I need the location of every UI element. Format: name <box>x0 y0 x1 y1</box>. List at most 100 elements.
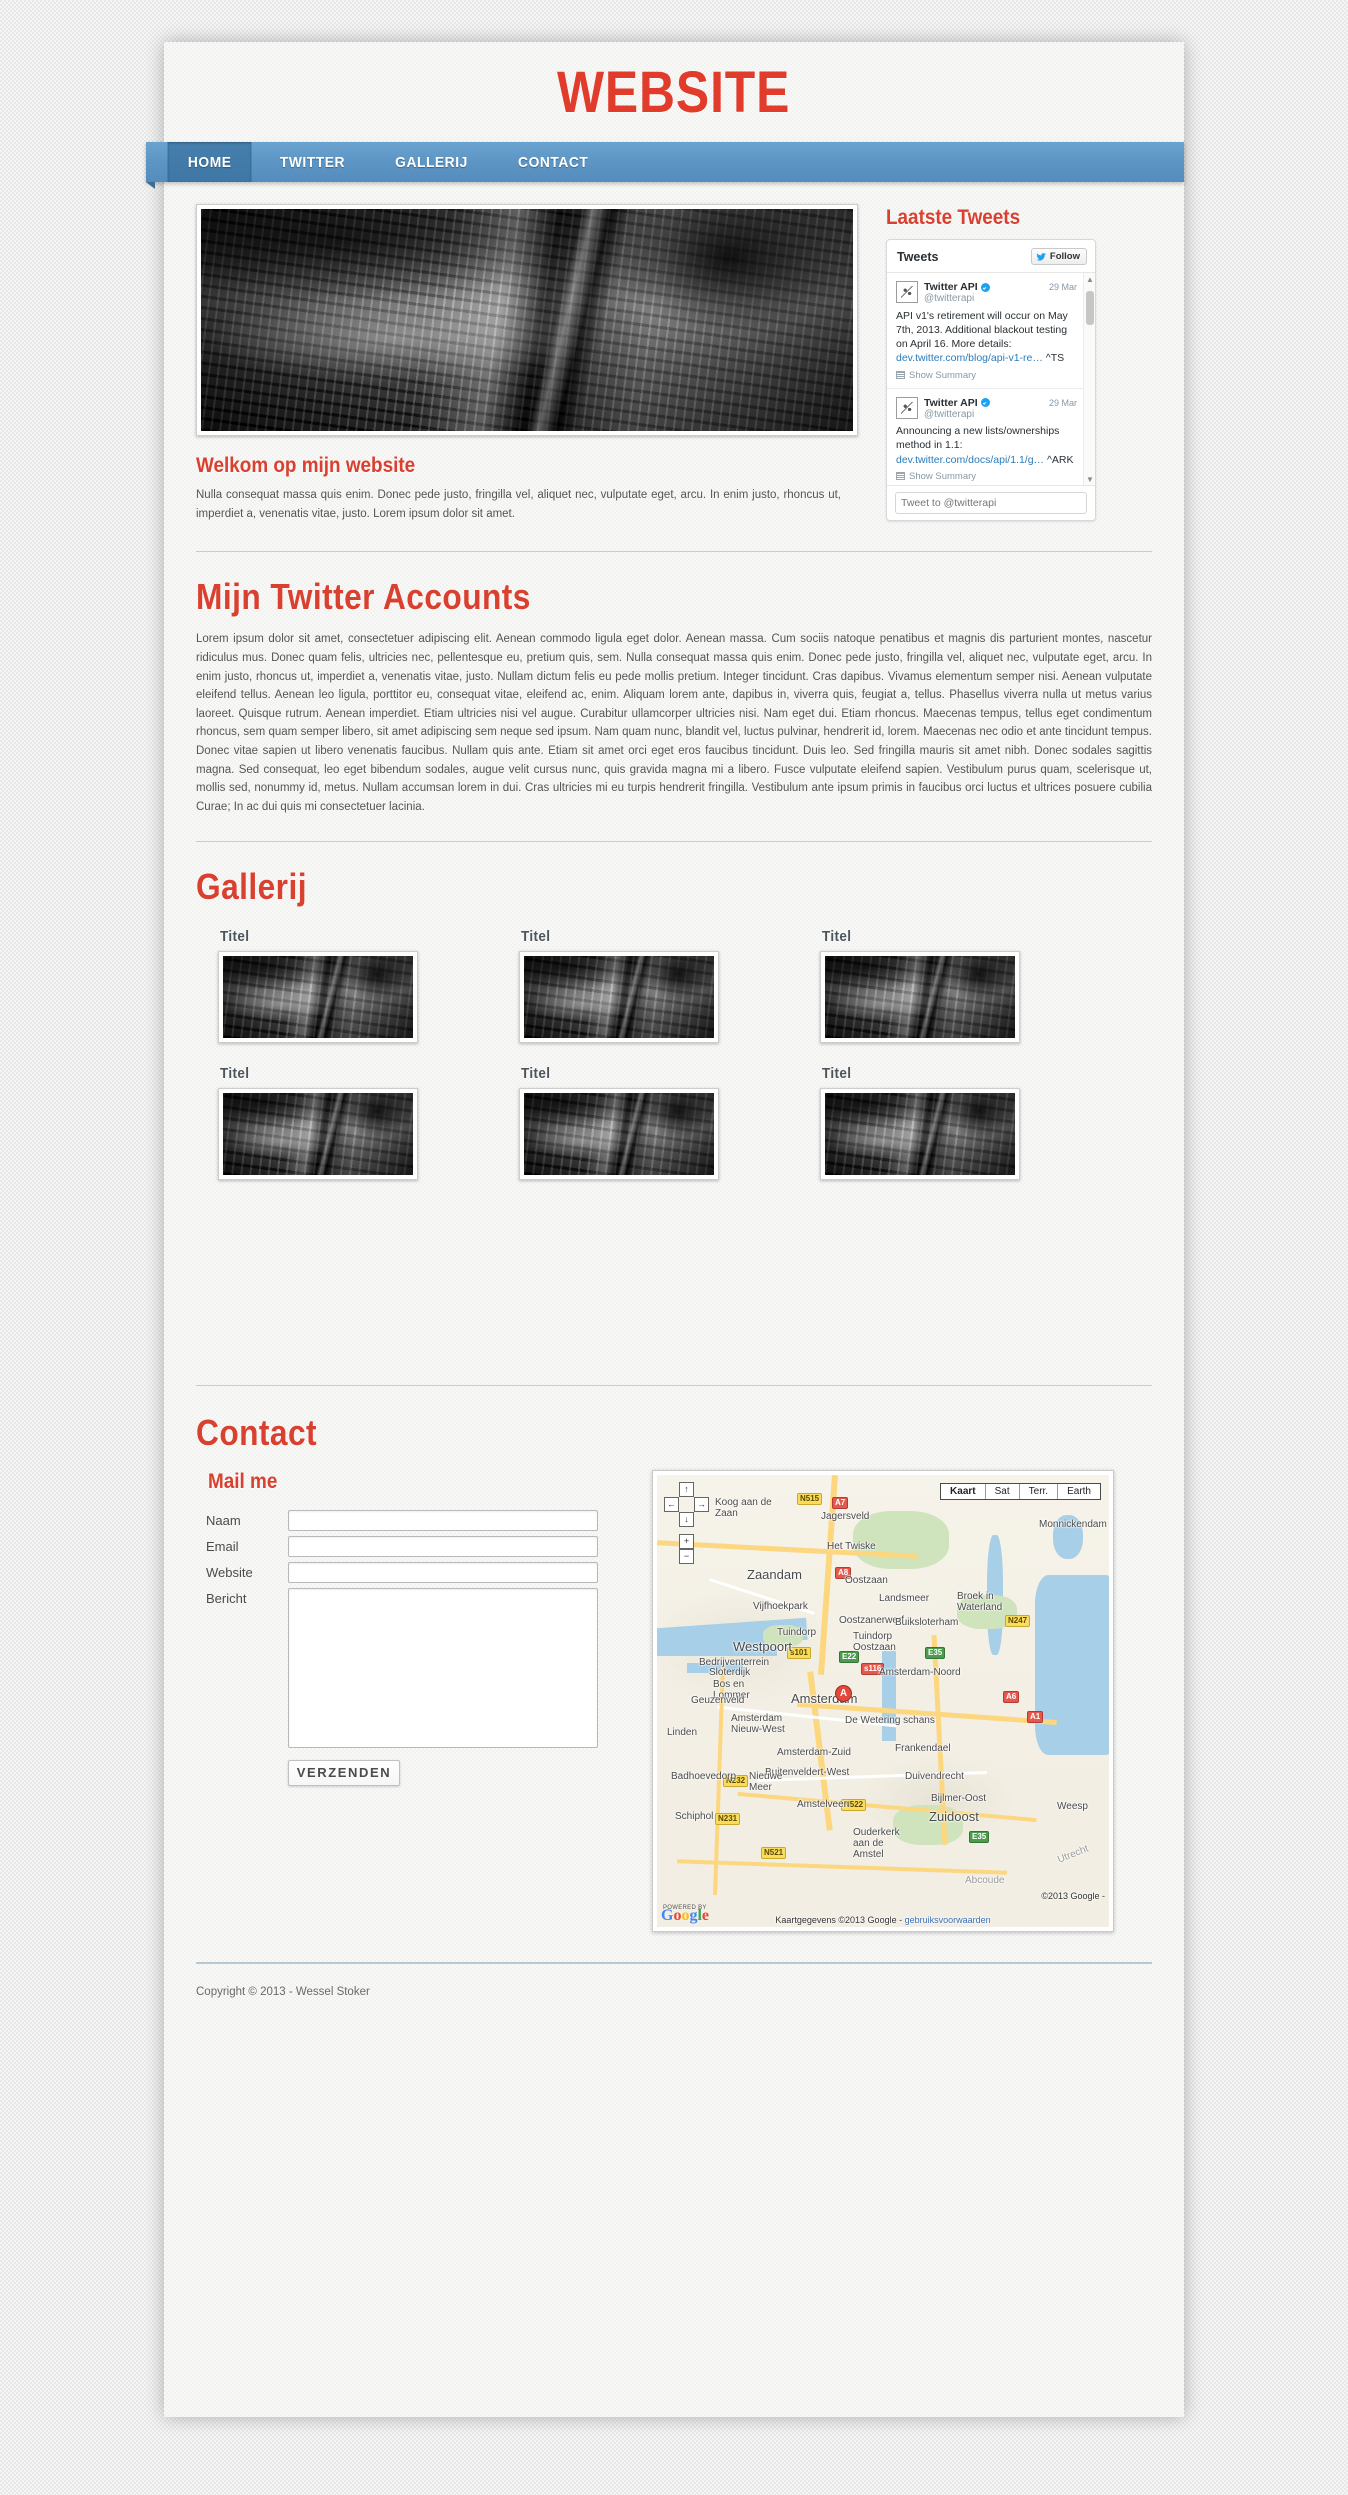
naam-input[interactable] <box>288 1509 598 1531</box>
map-label: Buiksloterham <box>895 1616 959 1628</box>
twitter-widget[interactable]: Tweets Follow Twitter API 29 Mar @twitte… <box>886 239 1096 521</box>
road-shield: A1 <box>1027 1710 1044 1723</box>
gallery-item[interactable]: Titel <box>519 928 719 1043</box>
map-frame[interactable]: ↑ ← → ↓ + − Kaart Sat Terr. Earth N515 A… <box>652 1469 1114 1932</box>
contact-form[interactable]: Naam Email Website Bericht VERZENDEN <box>206 1509 626 1786</box>
scroll-down-arrow-icon[interactable]: ▼ <box>1084 473 1095 485</box>
map-type-kaart[interactable]: Kaart <box>941 1483 986 1499</box>
tweet-date: 29 Mar <box>1048 282 1077 292</box>
map-marker[interactable]: A <box>835 1684 852 1702</box>
road-shield: A6 <box>1003 1690 1020 1703</box>
zoom-in-icon[interactable]: + <box>679 1533 694 1549</box>
hero-image <box>201 209 853 431</box>
scrollbar-thumb[interactable] <box>1086 291 1094 325</box>
scroll-up-arrow-icon[interactable]: ▲ <box>1084 273 1095 285</box>
pan-up-icon[interactable]: ↑ <box>679 1481 694 1497</box>
map-label: Sloterdijk <box>709 1666 751 1678</box>
map-label: Nieuwe Meer <box>749 1770 783 1793</box>
map-water <box>1035 1574 1109 1755</box>
tweet-compose-input[interactable] <box>895 492 1087 514</box>
map-label: Broek in Waterland <box>957 1590 1003 1613</box>
tweet-link[interactable]: dev.twitter.com/blog/api-v1-re… <box>896 352 1043 364</box>
nav-item-twitter[interactable]: TWITTER <box>260 142 366 182</box>
gallery-image <box>524 955 714 1038</box>
tweet-item[interactable]: Twitter API 29 Mar @twitterapi API v1's … <box>887 273 1095 389</box>
footer-copyright: Copyright © 2013 - Wessel Stoker <box>196 1985 370 1998</box>
tweet-item[interactable]: Twitter API 29 Mar @twitterapi Announcin… <box>887 389 1095 485</box>
twitter-scrollbar[interactable]: ▲ ▼ <box>1083 273 1095 485</box>
gallery-image-frame[interactable] <box>820 1087 1020 1180</box>
form-row-email: Email <box>206 1535 626 1557</box>
map-type-sat[interactable]: Sat <box>986 1483 1020 1499</box>
google-logo: Google <box>661 1907 709 1925</box>
tweet-author-name: Twitter API <box>924 396 978 409</box>
tweet-body: API v1's retirement will occur on May 7t… <box>896 309 1077 366</box>
avatar <box>896 281 918 303</box>
pan-right-icon[interactable]: → <box>694 1496 709 1512</box>
site-title: WEBSITE <box>557 59 791 125</box>
pan-left-icon[interactable]: ← <box>664 1496 679 1512</box>
map-type-terr[interactable]: Terr. <box>1020 1483 1059 1499</box>
gallery-image <box>825 1092 1015 1175</box>
gallery-item-title: Titel <box>521 927 551 945</box>
map-label: Koog aan de Zaan <box>715 1496 772 1519</box>
nav-item-home[interactable]: HOME <box>167 142 252 182</box>
gallery-image-frame[interactable] <box>820 950 1020 1043</box>
map-type-earth[interactable]: Earth <box>1058 1484 1100 1499</box>
verzenden-button[interactable]: VERZENDEN <box>288 1759 400 1786</box>
twitter-follow-button[interactable]: Follow <box>1030 248 1087 265</box>
pan-down-icon[interactable]: ↓ <box>679 1511 694 1527</box>
gallery-item[interactable]: Titel <box>820 1065 1020 1180</box>
google-map[interactable]: ↑ ← → ↓ + − Kaart Sat Terr. Earth N515 A… <box>657 1474 1109 1927</box>
map-label: Geuzenveld <box>691 1694 745 1706</box>
gallery-item[interactable]: Titel <box>218 1065 418 1180</box>
hero-image-frame <box>196 204 858 436</box>
gallery-image-frame[interactable] <box>519 950 719 1043</box>
tweet-text: Announcing a new lists/ownerships method… <box>896 425 1060 452</box>
map-terms-link[interactable]: gebruiksvoorwaarden <box>905 1915 991 1925</box>
page-wrapper: WEBSITE HOME TWITTER GALLERIJ CONTACT We… <box>146 42 1184 2417</box>
map-label: Zaandam <box>747 1566 802 1582</box>
gallery-item[interactable]: Titel <box>820 928 1020 1043</box>
map-label: Landsmeer <box>879 1592 930 1604</box>
map-label: Ouderkerk aan de Amstel <box>853 1826 900 1860</box>
gallery-image-art <box>223 955 413 1038</box>
form-row-website: Website <box>206 1561 626 1583</box>
accounts-body-text: Lorem ipsum dolor sit amet, consectetuer… <box>196 633 1152 813</box>
gallery-item-title: Titel <box>220 1064 250 1082</box>
tweet-name-line: Twitter API 29 Mar <box>924 397 1077 409</box>
tweet-header: Twitter API 29 Mar @twitterapi <box>896 281 1077 306</box>
gallery-item[interactable]: Titel <box>519 1065 719 1180</box>
gallery-image-frame[interactable] <box>519 1087 719 1180</box>
tweet-author-handle: @twitterapi <box>924 408 975 420</box>
gallery-image-frame[interactable] <box>218 950 418 1043</box>
gallery-item[interactable]: Titel <box>218 928 418 1043</box>
twitter-tweet-stream[interactable]: Twitter API 29 Mar @twitterapi API v1's … <box>887 273 1095 485</box>
nav-item-gallerij[interactable]: GALLERIJ <box>375 142 488 182</box>
gallery-section: Gallerij Titel Titel Titel Titel Titel T… <box>164 842 1184 1385</box>
gallery-image-art <box>524 955 714 1038</box>
main-navigation[interactable]: HOME TWITTER GALLERIJ CONTACT <box>146 142 1184 189</box>
email-input[interactable] <box>288 1535 598 1557</box>
zoom-out-icon[interactable]: − <box>679 1548 694 1564</box>
gallery-image-art <box>223 1092 413 1175</box>
accounts-section: Mijn Twitter Accounts Lorem ipsum dolor … <box>164 552 1184 840</box>
tweet-meta: Twitter API 29 Mar @twitterapi <box>924 397 1077 422</box>
map-label: Weesp <box>1057 1800 1088 1812</box>
map-type-switcher[interactable]: Kaart Sat Terr. Earth <box>940 1482 1101 1500</box>
nav-item-contact[interactable]: CONTACT <box>498 142 609 182</box>
bericht-textarea[interactable] <box>288 1587 598 1748</box>
tweet-show-summary[interactable]: Show Summary <box>896 370 1077 381</box>
tweet-link[interactable]: dev.twitter.com/docs/api/1.1/g… <box>896 454 1044 466</box>
map-attribution: Kaartgegevens ©2013 Google - gebruiksvoo… <box>657 1915 1109 1927</box>
map-label: Duivendrecht <box>905 1770 964 1782</box>
tweet-show-summary[interactable]: Show Summary <box>896 471 1077 482</box>
tweet-name-line: Twitter API 29 Mar <box>924 281 1077 293</box>
website-input[interactable] <box>288 1561 598 1583</box>
contact-heading: Contact <box>196 1411 317 1453</box>
gallery-image-frame[interactable] <box>218 1087 418 1180</box>
label-website: Website <box>206 1564 253 1580</box>
map-label: Jagersveld <box>821 1510 870 1522</box>
